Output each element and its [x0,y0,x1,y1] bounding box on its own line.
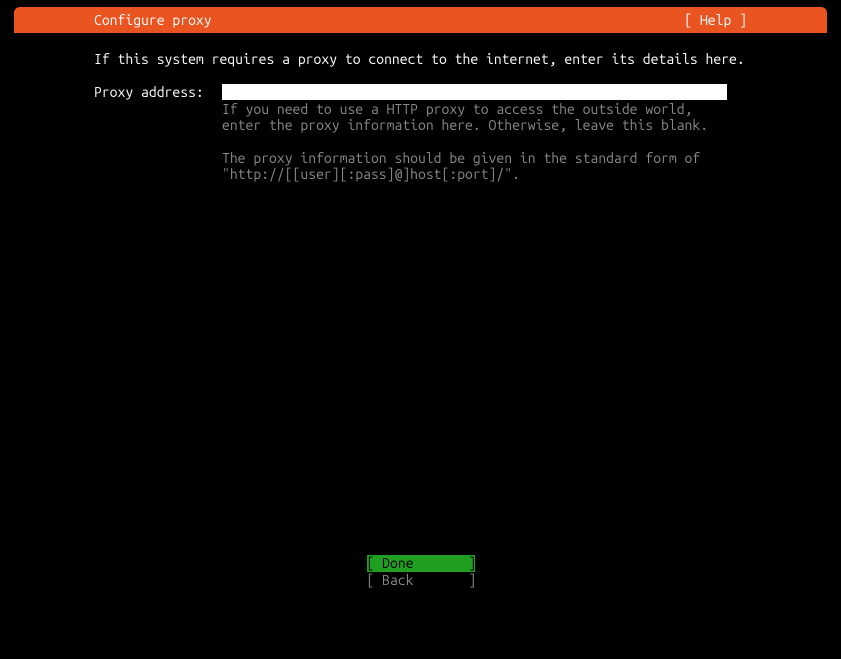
done-button[interactable]: [ Done ] [367,555,475,572]
bottom-button-group: [ Done ] [ Back ] [367,555,475,589]
proxy-help-text-2: The proxy information should be given in… [222,150,727,182]
back-button[interactable]: [ Back ] [367,572,475,589]
titlebar: Configure proxy [ Help ] [14,7,827,33]
help-button[interactable]: [ Help ] [684,12,747,28]
content-area: If this system requires a proxy to conne… [14,33,827,182]
page-title: Configure proxy [94,12,212,28]
proxy-help-text-1: If you need to use a HTTP proxy to acces… [222,101,727,133]
proxy-address-label: Proxy address: [94,84,222,100]
description-text: If this system requires a proxy to conne… [94,51,747,67]
proxy-form-row: Proxy address: If you need to use a HTTP… [94,84,747,182]
proxy-address-input[interactable] [222,84,727,100]
